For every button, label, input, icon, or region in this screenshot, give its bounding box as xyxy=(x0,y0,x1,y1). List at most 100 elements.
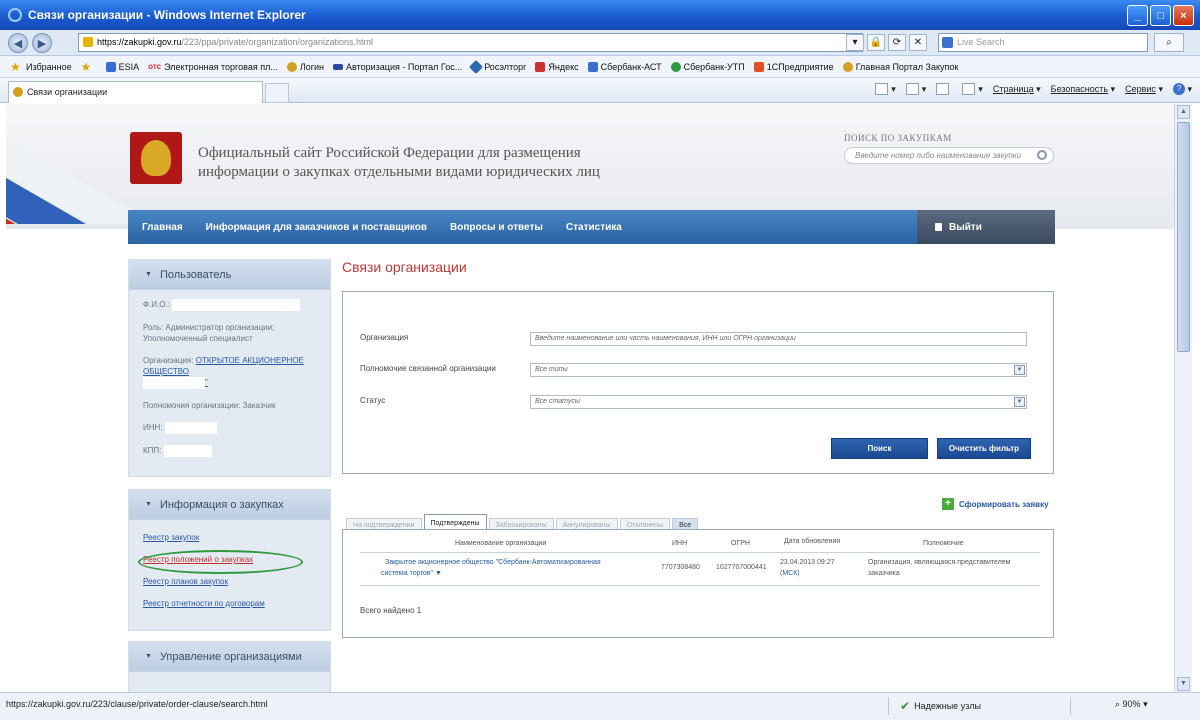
form-request-link[interactable]: + Сформировать заявку xyxy=(942,498,1049,510)
emblem-icon xyxy=(286,61,297,72)
dropdown-icon[interactable]: ▾ xyxy=(846,34,864,51)
logout-button[interactable]: Выйти xyxy=(917,210,1055,244)
collapse-icon: ▼ xyxy=(145,653,152,660)
dropdown-arrow-icon[interactable]: ▼ xyxy=(1014,397,1025,407)
fav-item-sber-ast[interactable]: Сбербанк-АСТ xyxy=(587,61,662,72)
nav-home[interactable]: Главная xyxy=(142,222,183,233)
clear-filter-button[interactable]: Очистить фильтр xyxy=(937,438,1031,459)
fav-label: 1СПредприятие xyxy=(766,61,834,72)
site-search-input[interactable]: Введите номер либо наименование закупки xyxy=(844,147,1054,164)
row-ogrn: 1027707000441 xyxy=(716,564,767,571)
link-reports-registry[interactable]: Реестр отчетности по договорам xyxy=(143,598,316,609)
col-updated: Дата обновления xyxy=(784,538,841,545)
command-bar: ▾ ▾ ▾ Страница ▾ Безопасность ▾ Сервис ▾… xyxy=(875,83,1192,95)
user-panel-header[interactable]: ▼ Пользователь xyxy=(129,260,330,290)
org-panel-header[interactable]: ▼ Управление организациями xyxy=(129,642,330,672)
print-button[interactable]: ▾ xyxy=(962,83,983,95)
scroll-up-icon[interactable]: ▲ xyxy=(1177,105,1190,119)
browser-tabbar: Связи организации ▾ ▾ ▾ Страница ▾ Безоп… xyxy=(0,78,1200,103)
add-favorite-button[interactable]: ★ xyxy=(81,61,97,73)
live-search-input[interactable]: Live Search xyxy=(938,33,1148,52)
status-filter-label: Статус xyxy=(360,396,386,405)
org-filter-input[interactable]: Введите наименование или часть наименова… xyxy=(530,332,1027,346)
emblem-icon xyxy=(842,61,853,72)
fav-label: ESIA xyxy=(118,61,140,72)
fav-item-login[interactable]: Логин xyxy=(286,61,325,72)
address-input[interactable]: https://zakupki.gov.ru/223/ppa/private/o… xyxy=(78,33,863,52)
favorites-button[interactable]: ★ Избранное xyxy=(10,61,72,73)
stop-icon[interactable]: ✕ xyxy=(909,34,927,51)
search-button[interactable]: Поиск xyxy=(831,438,928,459)
vertical-scrollbar[interactable]: ▲ ▼ xyxy=(1174,104,1192,692)
check-icon: ✔ xyxy=(900,699,911,713)
site-search-placeholder: Введите номер либо наименование закупки xyxy=(855,151,1022,160)
org-filter-label: Организация xyxy=(360,333,409,342)
collapse-icon: ▼ xyxy=(145,271,152,278)
powers-filter-select[interactable]: Все типы ▼ xyxy=(530,363,1027,377)
new-tab-button[interactable] xyxy=(265,83,289,103)
site-icon xyxy=(83,37,93,47)
user-panel: ▼ Пользователь Ф.И.О.: Роль: Администрат… xyxy=(128,259,331,477)
security-menu[interactable]: Безопасность ▾ xyxy=(1051,84,1115,95)
row-timezone: (МСК) xyxy=(780,570,800,577)
nav-stats[interactable]: Статистика xyxy=(566,222,622,233)
forward-button[interactable]: ▶ xyxy=(32,33,52,53)
col-inn: ИНН xyxy=(672,540,688,547)
nav-info[interactable]: Информация для заказчиков и поставщиков xyxy=(206,222,427,233)
powers-filter-value: Все типы xyxy=(535,366,568,373)
feeds-button[interactable]: ▾ xyxy=(905,83,926,95)
fav-item-sber-utp[interactable]: Сбербанк-УТП xyxy=(670,61,745,72)
magnifier-icon[interactable] xyxy=(1037,150,1047,160)
zoom-level: 90% xyxy=(1122,699,1141,709)
fav-item-roseltorg[interactable]: Росэлторг xyxy=(469,59,526,74)
org-link-tail[interactable]: " xyxy=(205,378,208,387)
close-button[interactable]: × xyxy=(1173,5,1194,26)
link-purchases-registry[interactable]: Реестр закупок xyxy=(143,532,316,543)
fav-item-zakupki[interactable]: Главная Портал Закупок xyxy=(842,61,958,72)
info-panel-header[interactable]: ▼ Информация о закупках xyxy=(129,490,330,520)
fio-value xyxy=(172,299,301,311)
address-actions: ▾ 🔒 ⟳ ✕ xyxy=(846,34,927,51)
refresh-icon[interactable]: ⟳ xyxy=(888,34,906,51)
tab-site-icon xyxy=(13,87,23,97)
org-label: Организация: xyxy=(143,356,194,365)
link-plans-registry[interactable]: Реестр планов закупок xyxy=(143,576,316,587)
ie-logo-icon xyxy=(8,8,22,22)
mail-button[interactable] xyxy=(936,83,952,95)
fav-item-yandex[interactable]: Яндекс xyxy=(535,61,579,72)
back-button[interactable]: ◀ xyxy=(8,33,28,53)
user-panel-body: Ф.И.О.: Роль: Администратор организации;… xyxy=(129,290,330,474)
security-zone[interactable]: ✔ Надежные узлы xyxy=(900,699,981,713)
chevron-down-icon[interactable]: ▼ xyxy=(435,570,442,577)
fav-item-1c[interactable]: 1СПредприятие xyxy=(753,61,834,72)
maximize-button[interactable]: □ xyxy=(1150,5,1171,26)
scroll-down-icon[interactable]: ▼ xyxy=(1177,677,1190,691)
user-panel-title: Пользователь xyxy=(159,268,232,281)
service-menu[interactable]: Сервис ▾ xyxy=(1125,84,1163,95)
zoom-control[interactable]: ⌕ 90% ▾ xyxy=(1115,699,1148,710)
fav-item-esia[interactable]: ESIA xyxy=(105,61,140,72)
browser-tab-active[interactable]: Связи организации xyxy=(8,81,263,103)
home-button[interactable]: ▾ xyxy=(875,83,896,95)
status-filter-select[interactable]: Все статусы ▼ xyxy=(530,395,1027,409)
search-go-button[interactable]: ⌕ xyxy=(1154,33,1184,52)
minimize-button[interactable]: _ xyxy=(1127,5,1148,26)
org-name-line2[interactable]: система торгов" ▼ xyxy=(381,569,442,578)
star-icon: ★ xyxy=(10,59,21,74)
header-divider xyxy=(360,552,1040,553)
scroll-thumb[interactable] xyxy=(1177,122,1190,352)
lock-icon[interactable]: 🔒 xyxy=(867,34,885,51)
fav-label: Логин xyxy=(299,61,325,72)
site-title: Официальный сайт Российской Федерации дл… xyxy=(198,144,668,182)
help-button[interactable]: ? ▾ xyxy=(1172,83,1192,95)
sber-icon xyxy=(670,61,681,72)
security-menu-label: Безопасность xyxy=(1050,84,1109,94)
org-name-line1[interactable]: Закрытое акционерное общество "Сбербанк-… xyxy=(385,558,601,567)
dropdown-arrow-icon[interactable]: ▼ xyxy=(1014,365,1025,375)
fav-item-etp[interactable]: отс Электронная торговая пл... xyxy=(148,62,278,72)
add-icon: + xyxy=(942,498,954,510)
page-menu[interactable]: Страница ▾ xyxy=(993,84,1041,95)
nav-faq[interactable]: Вопросы и ответы xyxy=(450,222,543,233)
org-name-line2-text: система торгов" xyxy=(381,570,433,577)
fav-item-gosuslugi[interactable]: Авторизация - Портал Гос... xyxy=(333,62,462,72)
